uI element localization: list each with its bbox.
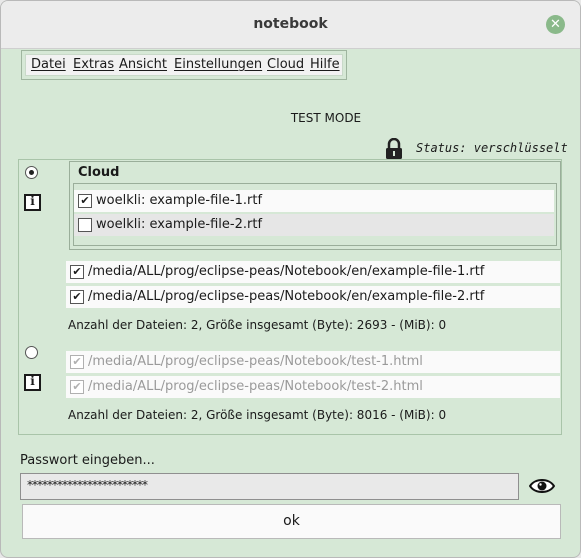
- password-input[interactable]: ************************: [20, 473, 519, 500]
- test-file-2-checkbox: ✔: [70, 380, 84, 394]
- status-text: Status: verschlüsselt: [416, 141, 568, 155]
- local-en-summary: Anzahl der Dateien: 2, Größe insgesamt (…: [68, 318, 447, 332]
- title-bar: notebook ✕: [1, 1, 580, 49]
- test-file-2-label: /media/ALL/prog/eclipse-peas/Notebook/te…: [88, 379, 423, 394]
- menu-ansicht[interactable]: Ansicht: [119, 57, 167, 72]
- local-file-row[interactable]: ✔ /media/ALL/prog/eclipse-peas/Notebook/…: [66, 286, 560, 308]
- close-button[interactable]: ✕: [546, 15, 565, 34]
- menu-extras[interactable]: Extras: [73, 57, 114, 72]
- local-file-row: ✔ /media/ALL/prog/eclipse-peas/Notebook/…: [66, 376, 560, 398]
- menu-bar-inner: Datei Extras Ansicht Einstellungen Cloud…: [25, 54, 343, 76]
- app-window: notebook ✕ Datei Extras Ansicht Einstell…: [0, 0, 581, 558]
- menu-cloud[interactable]: Cloud: [267, 57, 304, 72]
- info-icon: i: [30, 194, 35, 208]
- local-test-summary: Anzahl der Dateien: 2, Größe insgesamt (…: [68, 408, 447, 422]
- cloud-file-2-checkbox[interactable]: [78, 218, 92, 232]
- cloud-file-1-checkbox[interactable]: ✔: [78, 194, 92, 208]
- mode-label: TEST MODE: [290, 111, 362, 125]
- cloud-file-2-label: woelkli: example-file-2.rtf: [96, 217, 263, 232]
- window-title: notebook: [253, 16, 328, 32]
- local-en-file-1-checkbox[interactable]: ✔: [70, 265, 84, 279]
- info-icon: i: [30, 374, 35, 388]
- menu-einstellungen[interactable]: Einstellungen: [174, 57, 262, 72]
- local-file-row[interactable]: ✔ /media/ALL/prog/eclipse-peas/Notebook/…: [66, 261, 560, 283]
- cloud-file-1-label: woelkli: example-file-1.rtf: [96, 193, 263, 208]
- cloud-source-radio[interactable]: [25, 166, 38, 179]
- cloud-file-row[interactable]: woelkli: example-file-2.rtf: [74, 214, 554, 236]
- cloud-file-row[interactable]: ✔ woelkli: example-file-1.rtf: [74, 190, 554, 212]
- local-test-source-radio[interactable]: [25, 346, 38, 359]
- ok-button[interactable]: ok: [22, 504, 561, 539]
- test-file-1-checkbox: ✔: [70, 355, 84, 369]
- cloud-info-button[interactable]: i: [24, 194, 41, 211]
- password-masked-value: ************************: [27, 478, 148, 492]
- local-en-file-1-label: /media/ALL/prog/eclipse-peas/Notebook/en…: [88, 264, 485, 279]
- local-test-info-button[interactable]: i: [24, 374, 41, 391]
- local-file-row: ✔ /media/ALL/prog/eclipse-peas/Notebook/…: [66, 351, 560, 373]
- local-en-file-2-label: /media/ALL/prog/eclipse-peas/Notebook/en…: [88, 289, 485, 304]
- cloud-group-title: Cloud: [78, 165, 120, 180]
- show-password-eye-icon[interactable]: [528, 477, 556, 499]
- menu-bar: Datei Extras Ansicht Einstellungen Cloud…: [21, 50, 347, 80]
- test-file-1-label: /media/ALL/prog/eclipse-peas/Notebook/te…: [88, 354, 423, 369]
- menu-hilfe[interactable]: Hilfe: [310, 57, 340, 72]
- local-en-file-2-checkbox[interactable]: ✔: [70, 290, 84, 304]
- menu-datei[interactable]: Datei: [31, 57, 66, 72]
- password-label: Passwort eingeben...: [20, 453, 155, 468]
- close-icon: ✕: [550, 17, 561, 32]
